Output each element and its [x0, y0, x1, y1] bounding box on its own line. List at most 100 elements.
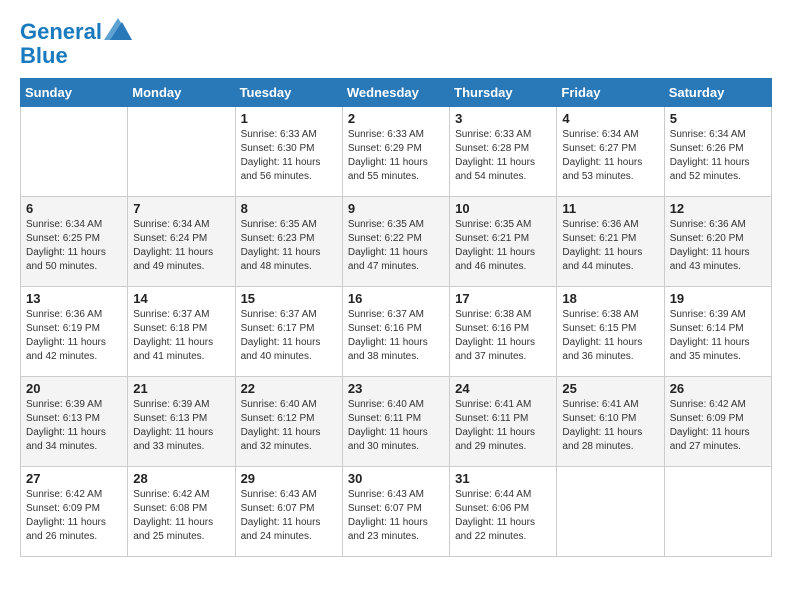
- calendar-week-row: 1 Sunrise: 6:33 AM Sunset: 6:30 PM Daylig…: [21, 107, 772, 197]
- calendar-cell: 14 Sunrise: 6:37 AM Sunset: 6:18 PM Dayli…: [128, 287, 235, 377]
- day-info: Sunrise: 6:43 AM Sunset: 6:07 PM Dayligh…: [241, 488, 337, 544]
- column-header-saturday: Saturday: [664, 79, 771, 107]
- calendar-week-row: 20 Sunrise: 6:39 AM Sunset: 6:13 PM Dayli…: [21, 377, 772, 467]
- day-info: Sunrise: 6:44 AM Sunset: 6:06 PM Dayligh…: [455, 488, 551, 544]
- column-header-tuesday: Tuesday: [235, 79, 342, 107]
- day-info: Sunrise: 6:36 AM Sunset: 6:19 PM Dayligh…: [26, 308, 122, 364]
- day-info: Sunrise: 6:42 AM Sunset: 6:08 PM Dayligh…: [133, 488, 229, 544]
- calendar-cell: [664, 467, 771, 557]
- calendar-cell: 24 Sunrise: 6:41 AM Sunset: 6:11 PM Dayli…: [450, 377, 557, 467]
- calendar-cell: 16 Sunrise: 6:37 AM Sunset: 6:16 PM Dayli…: [342, 287, 449, 377]
- column-header-friday: Friday: [557, 79, 664, 107]
- day-number: 16: [348, 291, 444, 306]
- day-info: Sunrise: 6:34 AM Sunset: 6:24 PM Dayligh…: [133, 218, 229, 274]
- calendar-header-row: SundayMondayTuesdayWednesdayThursdayFrid…: [21, 79, 772, 107]
- logo: General Blue: [20, 20, 132, 68]
- calendar-cell: 7 Sunrise: 6:34 AM Sunset: 6:24 PM Daylig…: [128, 197, 235, 287]
- calendar-cell: 5Sunrise: 6:34 AM Sunset: 6:26 PM Daylig…: [664, 107, 771, 197]
- day-info: Sunrise: 6:33 AM Sunset: 6:28 PM Dayligh…: [455, 128, 551, 184]
- calendar-cell: 2 Sunrise: 6:33 AM Sunset: 6:29 PM Daylig…: [342, 107, 449, 197]
- day-number: 26: [670, 381, 766, 396]
- day-number: 15: [241, 291, 337, 306]
- day-info: Sunrise: 6:41 AM Sunset: 6:11 PM Dayligh…: [455, 398, 551, 454]
- calendar-week-row: 27Sunrise: 6:42 AM Sunset: 6:09 PM Dayli…: [21, 467, 772, 557]
- day-number: 29: [241, 471, 337, 486]
- calendar-cell: 13 Sunrise: 6:36 AM Sunset: 6:19 PM Dayli…: [21, 287, 128, 377]
- calendar-week-row: 6 Sunrise: 6:34 AM Sunset: 6:25 PM Daylig…: [21, 197, 772, 287]
- calendar-cell: 11 Sunrise: 6:36 AM Sunset: 6:21 PM Dayli…: [557, 197, 664, 287]
- day-number: 19: [670, 291, 766, 306]
- calendar-cell: 29 Sunrise: 6:43 AM Sunset: 6:07 PM Dayli…: [235, 467, 342, 557]
- calendar-cell: 12Sunrise: 6:36 AM Sunset: 6:20 PM Dayli…: [664, 197, 771, 287]
- day-number: 10: [455, 201, 551, 216]
- day-info: Sunrise: 6:35 AM Sunset: 6:23 PM Dayligh…: [241, 218, 337, 274]
- calendar-cell: 25Sunrise: 6:41 AM Sunset: 6:10 PM Dayli…: [557, 377, 664, 467]
- day-info: Sunrise: 6:39 AM Sunset: 6:14 PM Dayligh…: [670, 308, 766, 364]
- column-header-wednesday: Wednesday: [342, 79, 449, 107]
- calendar-week-row: 13 Sunrise: 6:36 AM Sunset: 6:19 PM Dayli…: [21, 287, 772, 377]
- calendar-cell: 10Sunrise: 6:35 AM Sunset: 6:21 PM Dayli…: [450, 197, 557, 287]
- calendar-cell: 6 Sunrise: 6:34 AM Sunset: 6:25 PM Daylig…: [21, 197, 128, 287]
- calendar-cell: 30Sunrise: 6:43 AM Sunset: 6:07 PM Dayli…: [342, 467, 449, 557]
- day-number: 6: [26, 201, 122, 216]
- day-info: Sunrise: 6:37 AM Sunset: 6:17 PM Dayligh…: [241, 308, 337, 364]
- column-header-sunday: Sunday: [21, 79, 128, 107]
- day-number: 9: [348, 201, 444, 216]
- calendar-cell: 1 Sunrise: 6:33 AM Sunset: 6:30 PM Daylig…: [235, 107, 342, 197]
- day-info: Sunrise: 6:33 AM Sunset: 6:30 PM Dayligh…: [241, 128, 337, 184]
- day-info: Sunrise: 6:39 AM Sunset: 6:13 PM Dayligh…: [133, 398, 229, 454]
- day-number: 11: [562, 201, 658, 216]
- calendar-cell: 18 Sunrise: 6:38 AM Sunset: 6:15 PM Dayli…: [557, 287, 664, 377]
- day-info: Sunrise: 6:40 AM Sunset: 6:11 PM Dayligh…: [348, 398, 444, 454]
- calendar-cell: 21 Sunrise: 6:39 AM Sunset: 6:13 PM Dayli…: [128, 377, 235, 467]
- calendar-cell: [21, 107, 128, 197]
- calendar-cell: 23 Sunrise: 6:40 AM Sunset: 6:11 PM Dayli…: [342, 377, 449, 467]
- day-number: 18: [562, 291, 658, 306]
- calendar-cell: [557, 467, 664, 557]
- day-info: Sunrise: 6:42 AM Sunset: 6:09 PM Dayligh…: [670, 398, 766, 454]
- day-info: Sunrise: 6:37 AM Sunset: 6:18 PM Dayligh…: [133, 308, 229, 364]
- calendar-cell: [128, 107, 235, 197]
- calendar-cell: 4 Sunrise: 6:34 AM Sunset: 6:27 PM Daylig…: [557, 107, 664, 197]
- calendar-cell: 19 Sunrise: 6:39 AM Sunset: 6:14 PM Dayli…: [664, 287, 771, 377]
- calendar-cell: 15 Sunrise: 6:37 AM Sunset: 6:17 PM Dayli…: [235, 287, 342, 377]
- day-number: 20: [26, 381, 122, 396]
- calendar-cell: 28Sunrise: 6:42 AM Sunset: 6:08 PM Dayli…: [128, 467, 235, 557]
- day-number: 7: [133, 201, 229, 216]
- day-info: Sunrise: 6:34 AM Sunset: 6:25 PM Dayligh…: [26, 218, 122, 274]
- day-number: 4: [562, 111, 658, 126]
- day-info: Sunrise: 6:34 AM Sunset: 6:27 PM Dayligh…: [562, 128, 658, 184]
- calendar-cell: 26 Sunrise: 6:42 AM Sunset: 6:09 PM Dayli…: [664, 377, 771, 467]
- day-number: 17: [455, 291, 551, 306]
- day-info: Sunrise: 6:39 AM Sunset: 6:13 PM Dayligh…: [26, 398, 122, 454]
- calendar-body: 1 Sunrise: 6:33 AM Sunset: 6:30 PM Daylig…: [21, 107, 772, 557]
- day-number: 23: [348, 381, 444, 396]
- calendar-cell: 9 Sunrise: 6:35 AM Sunset: 6:22 PM Daylig…: [342, 197, 449, 287]
- day-info: Sunrise: 6:35 AM Sunset: 6:22 PM Dayligh…: [348, 218, 444, 274]
- day-number: 2: [348, 111, 444, 126]
- day-info: Sunrise: 6:34 AM Sunset: 6:26 PM Dayligh…: [670, 128, 766, 184]
- calendar-cell: 27Sunrise: 6:42 AM Sunset: 6:09 PM Dayli…: [21, 467, 128, 557]
- day-info: Sunrise: 6:42 AM Sunset: 6:09 PM Dayligh…: [26, 488, 122, 544]
- calendar-cell: 3 Sunrise: 6:33 AM Sunset: 6:28 PM Daylig…: [450, 107, 557, 197]
- day-number: 14: [133, 291, 229, 306]
- page-header: General Blue: [20, 20, 772, 68]
- day-info: Sunrise: 6:36 AM Sunset: 6:21 PM Dayligh…: [562, 218, 658, 274]
- day-info: Sunrise: 6:37 AM Sunset: 6:16 PM Dayligh…: [348, 308, 444, 364]
- calendar-cell: 22Sunrise: 6:40 AM Sunset: 6:12 PM Dayli…: [235, 377, 342, 467]
- day-number: 31: [455, 471, 551, 486]
- day-number: 1: [241, 111, 337, 126]
- calendar-cell: 17Sunrise: 6:38 AM Sunset: 6:16 PM Dayli…: [450, 287, 557, 377]
- day-number: 25: [562, 381, 658, 396]
- day-number: 13: [26, 291, 122, 306]
- day-number: 3: [455, 111, 551, 126]
- calendar-table: SundayMondayTuesdayWednesdayThursdayFrid…: [20, 78, 772, 557]
- calendar-cell: 8Sunrise: 6:35 AM Sunset: 6:23 PM Daylig…: [235, 197, 342, 287]
- day-number: 30: [348, 471, 444, 486]
- day-number: 24: [455, 381, 551, 396]
- day-number: 21: [133, 381, 229, 396]
- day-info: Sunrise: 6:36 AM Sunset: 6:20 PM Dayligh…: [670, 218, 766, 274]
- day-info: Sunrise: 6:33 AM Sunset: 6:29 PM Dayligh…: [348, 128, 444, 184]
- calendar-cell: 31 Sunrise: 6:44 AM Sunset: 6:06 PM Dayli…: [450, 467, 557, 557]
- day-info: Sunrise: 6:38 AM Sunset: 6:15 PM Dayligh…: [562, 308, 658, 364]
